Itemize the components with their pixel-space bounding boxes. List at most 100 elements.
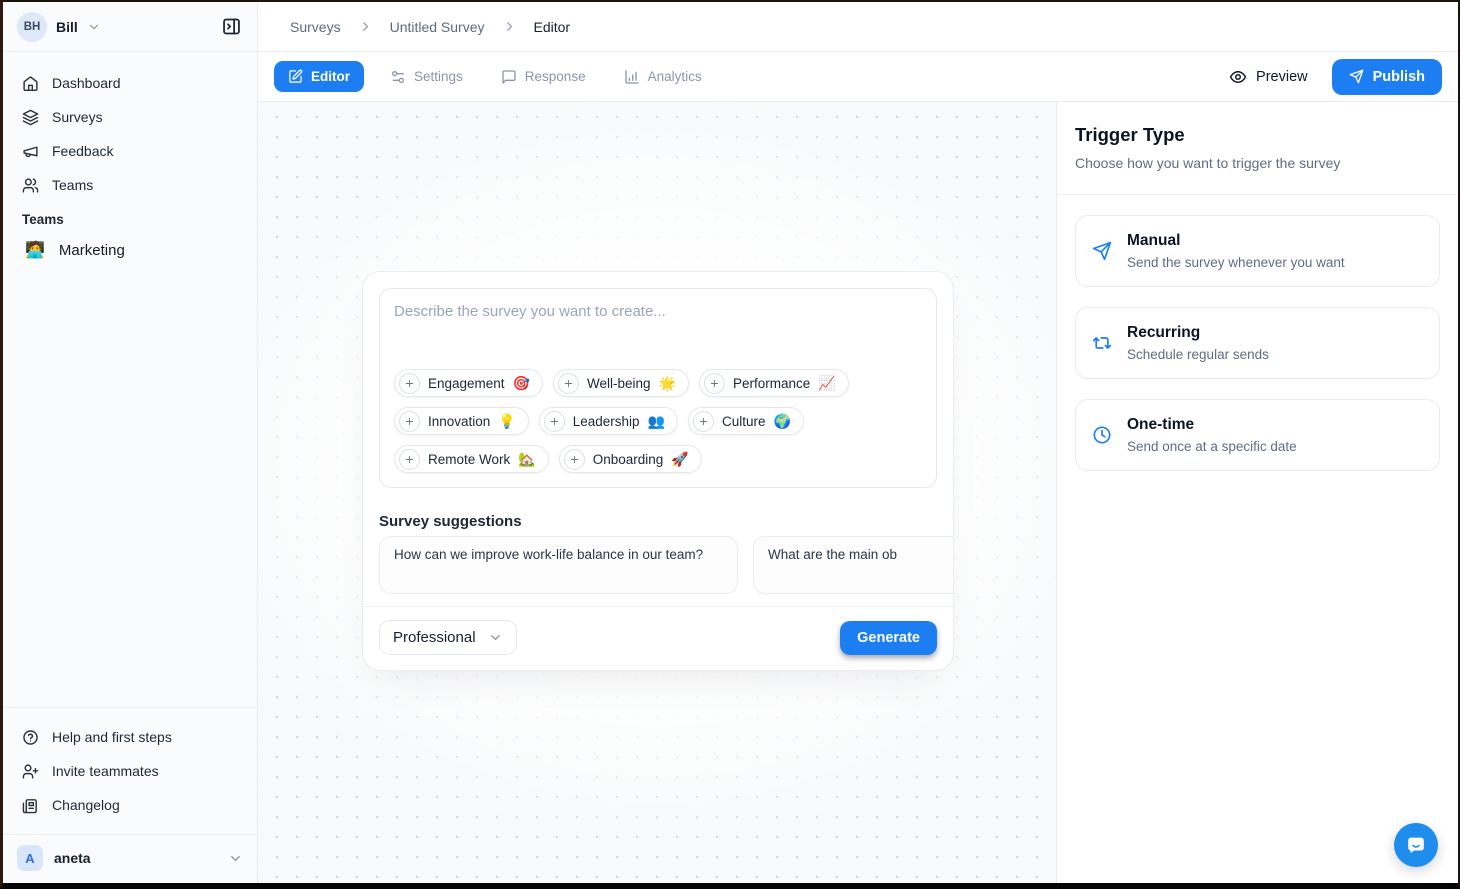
tone-select[interactable]: Professional (379, 620, 517, 655)
tab-analytics[interactable]: Analytics (612, 61, 714, 93)
breadcrumb-untitled-survey[interactable]: Untitled Survey (390, 19, 485, 35)
sidebar-item-help[interactable]: Help and first steps (13, 720, 247, 754)
chat-launcher-button[interactable] (1394, 823, 1438, 867)
panel-right-icon (221, 16, 242, 37)
chip-label: Engagement (428, 376, 505, 391)
team-label: Marketing (59, 242, 125, 259)
sidebar-item-dashboard[interactable]: Dashboard (13, 66, 247, 100)
sidebar-item-feedback[interactable]: Feedback (13, 134, 247, 168)
sidebar-collapse-button[interactable] (217, 13, 245, 41)
generate-button[interactable]: Generate (840, 621, 937, 655)
sidebar-item-label: Teams (52, 177, 93, 193)
sidebar-team-marketing[interactable]: 🧑‍💻 Marketing (13, 231, 247, 269)
option-description: Send the survey whenever you want (1127, 255, 1345, 270)
breadcrumb-surveys[interactable]: Surveys (290, 19, 341, 35)
chip-leadership[interactable]: Leadership 👥 (539, 407, 678, 435)
chip-well-being[interactable]: Well-being 🌟 (553, 369, 689, 397)
option-title: Manual (1127, 232, 1345, 250)
suggestion-card[interactable]: What are the main ob (753, 536, 954, 594)
option-title: Recurring (1127, 324, 1269, 342)
survey-prompt-box: Engagement 🎯 Well-being 🌟 (379, 288, 937, 488)
sidebar-item-label: Feedback (52, 143, 113, 159)
trigger-options: Manual Send the survey whenever you want… (1057, 195, 1458, 491)
chip-emoji: 👥 (648, 413, 665, 430)
tab-label: Response (525, 69, 586, 84)
tab-editor[interactable]: Editor (274, 61, 364, 92)
plus-icon (704, 373, 725, 394)
chip-onboarding[interactable]: Onboarding 🚀 (559, 445, 702, 473)
plus-icon (544, 411, 565, 432)
account-avatar: A (17, 845, 43, 871)
account-name: aneta (54, 850, 91, 866)
chip-label: Onboarding (593, 452, 664, 467)
workspace-switcher[interactable]: BH Bill (3, 2, 257, 52)
users-icon (22, 177, 39, 194)
editor-canvas[interactable]: Engagement 🎯 Well-being 🌟 (258, 102, 1056, 883)
sidebar-footer-nav: Help and first steps Invite teammates Ch… (3, 707, 257, 834)
plus-icon (558, 373, 579, 394)
sidebar-item-teams[interactable]: Teams (13, 168, 247, 202)
topic-chips: Engagement 🎯 Well-being 🌟 (394, 369, 922, 473)
survey-description-input[interactable] (394, 303, 922, 369)
tab-label: Editor (311, 69, 350, 84)
generator-footer: Professional Generate (363, 606, 953, 670)
chip-emoji: 🎯 (513, 375, 530, 392)
app-window: BH Bill Dashboard Surv (0, 0, 1460, 889)
chat-bubble-icon (1405, 834, 1427, 856)
sidebar-item-changelog[interactable]: Changelog (13, 788, 247, 822)
home-icon (22, 75, 39, 92)
breadcrumb-editor: Editor (534, 19, 571, 35)
sidebar-item-surveys[interactable]: Surveys (13, 100, 247, 134)
sidebar-spacer (3, 269, 257, 707)
send-icon (1092, 241, 1112, 261)
trigger-panel-header: Trigger Type Choose how you want to trig… (1057, 102, 1458, 195)
sidebar-item-label: Surveys (52, 109, 103, 125)
newspaper-icon (22, 797, 39, 814)
editor-toolbar: Editor Settings Response Analytics (258, 52, 1458, 102)
bar-chart-icon (624, 69, 640, 85)
suggestions-heading: Survey suggestions (379, 513, 937, 530)
square-pen-icon (288, 69, 303, 84)
chip-engagement[interactable]: Engagement 🎯 (394, 369, 543, 397)
trigger-option-manual[interactable]: Manual Send the survey whenever you want (1075, 215, 1440, 287)
option-description: Schedule regular sends (1127, 347, 1269, 362)
chip-remote-work[interactable]: Remote Work 🏡 (394, 445, 549, 473)
chip-emoji: 🌟 (659, 375, 676, 392)
chevron-down-icon (228, 851, 243, 866)
chip-performance[interactable]: Performance 📈 (699, 369, 849, 397)
chip-innovation[interactable]: Innovation 💡 (394, 407, 529, 435)
chip-emoji: 🚀 (671, 451, 688, 468)
tab-response[interactable]: Response (489, 61, 598, 93)
sidebar-item-invite[interactable]: Invite teammates (13, 754, 247, 788)
send-icon (1349, 69, 1364, 84)
content-row: Engagement 🎯 Well-being 🌟 (258, 102, 1458, 883)
chip-label: Well-being (587, 376, 651, 391)
chevron-down-icon (488, 630, 503, 645)
account-menu[interactable]: A aneta (3, 834, 257, 883)
chip-culture[interactable]: Culture 🌍 (688, 407, 804, 435)
publish-button[interactable]: Publish (1332, 59, 1442, 95)
user-plus-icon (22, 763, 39, 780)
suggestion-card[interactable]: How can we improve work-life balance in … (379, 536, 738, 594)
survey-generator-card: Engagement 🎯 Well-being 🌟 (362, 271, 954, 671)
repeat-icon (1092, 333, 1112, 353)
trigger-option-one-time[interactable]: One-time Send once at a specific date (1075, 399, 1440, 471)
preview-button[interactable]: Preview (1229, 68, 1308, 86)
trigger-option-recurring[interactable]: Recurring Schedule regular sends (1075, 307, 1440, 379)
tab-settings[interactable]: Settings (378, 61, 475, 93)
megaphone-icon (22, 143, 39, 160)
clock-icon (1092, 425, 1112, 445)
panel-title: Trigger Type (1075, 124, 1440, 146)
eye-icon (1229, 68, 1247, 86)
trigger-option-text: Recurring Schedule regular sends (1127, 324, 1269, 362)
chip-label: Culture (722, 414, 766, 429)
chip-emoji: 🏡 (518, 451, 535, 468)
message-square-icon (501, 69, 517, 85)
plus-icon (399, 449, 420, 470)
plus-icon (399, 411, 420, 432)
suggestions-row: How can we improve work-life balance in … (379, 536, 954, 594)
sidebar: BH Bill Dashboard Surv (3, 2, 258, 883)
chip-emoji: 💡 (498, 413, 515, 430)
tab-label: Settings (414, 69, 463, 84)
sliders-icon (390, 69, 406, 85)
